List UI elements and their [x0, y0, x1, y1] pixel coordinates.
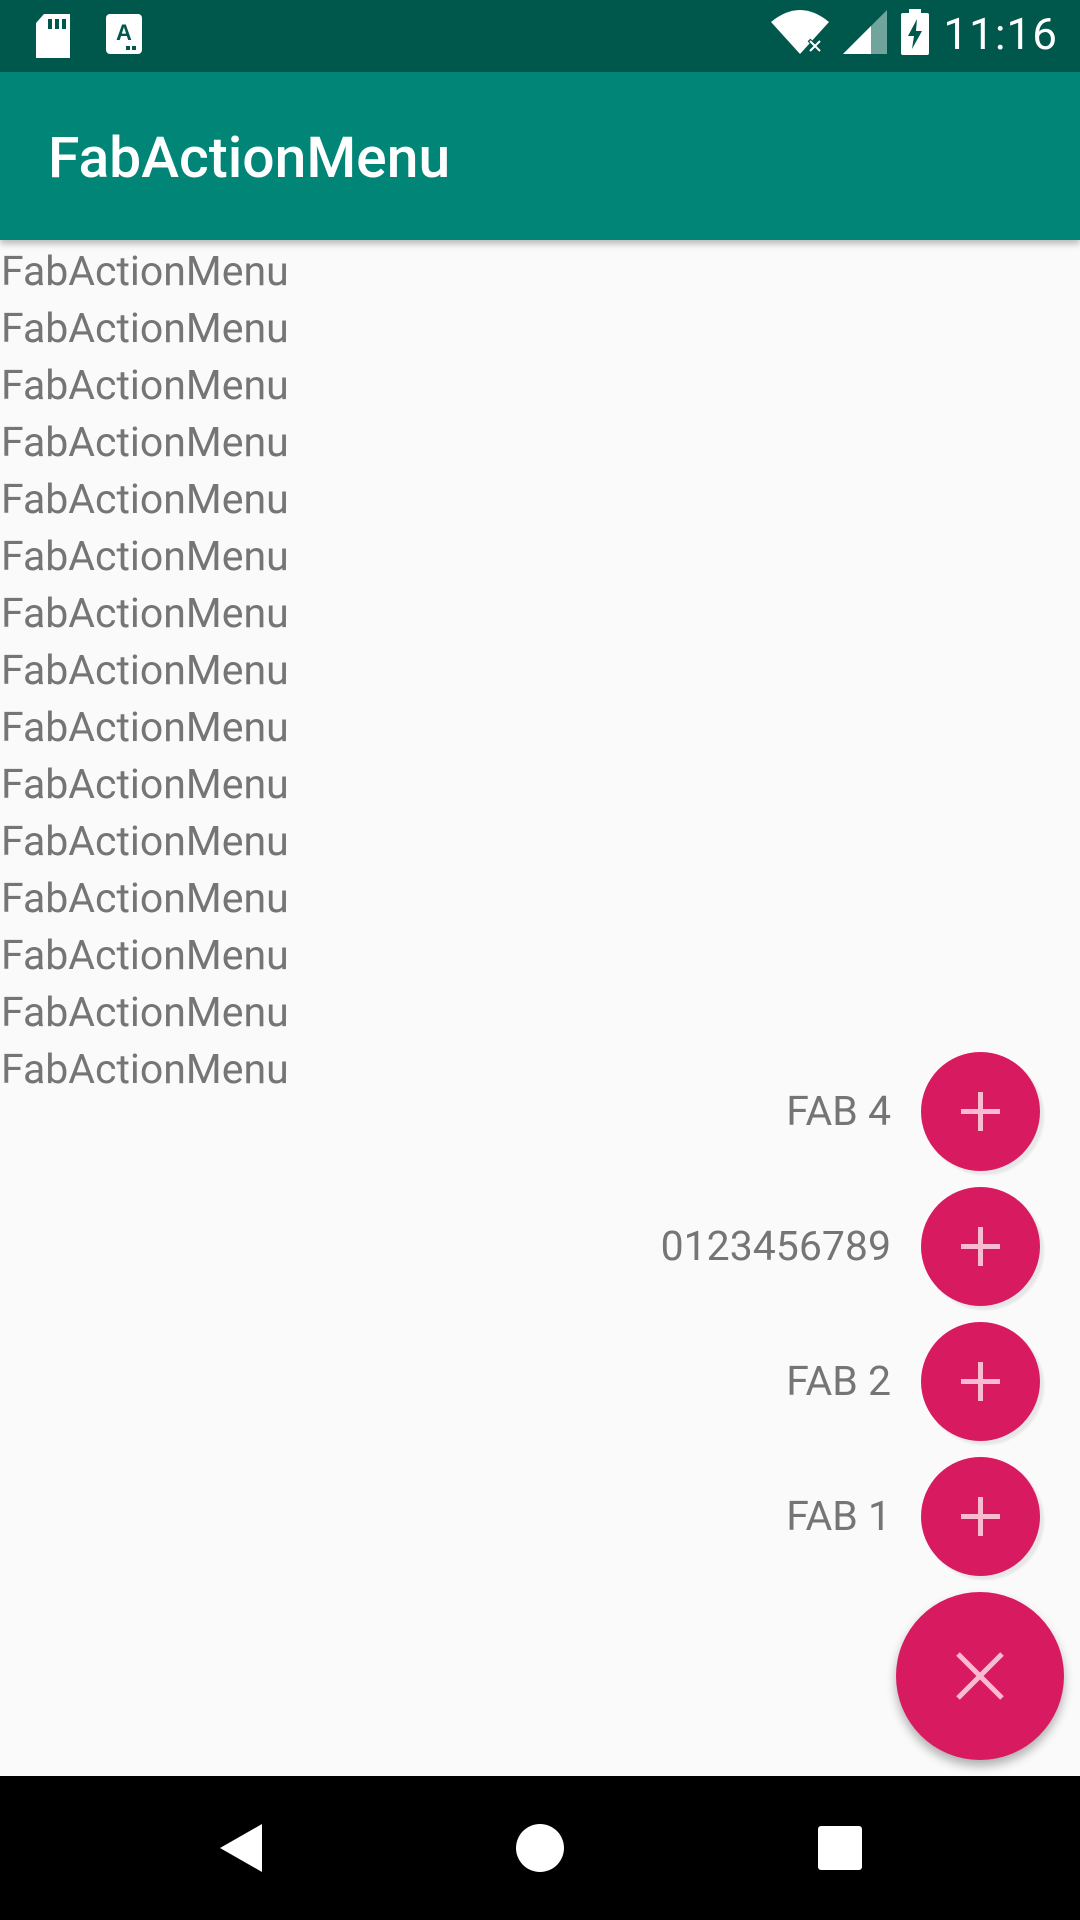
fab-mini-button[interactable]	[921, 1187, 1040, 1306]
recents-icon	[818, 1826, 862, 1870]
fab-mini-button[interactable]	[921, 1322, 1040, 1441]
main-fab-button[interactable]	[896, 1592, 1064, 1760]
plus-icon	[961, 1497, 1000, 1536]
list-item: FabActionMenu	[1, 989, 289, 1037]
fab-menu-item-3[interactable]: 0123456789	[661, 1187, 1040, 1306]
plus-icon	[961, 1362, 1000, 1401]
recents-button[interactable]	[780, 1776, 900, 1920]
list-item: FabActionMenu	[1, 590, 289, 638]
sd-card-icon	[34, 14, 72, 62]
fab-menu-item-1[interactable]: FAB 1	[786, 1457, 1040, 1576]
list-item: FabActionMenu	[1, 704, 289, 752]
content-list: FabActionMenu FabActionMenu FabActionMen…	[0, 244, 1080, 1099]
list-item: FabActionMenu	[1, 248, 289, 296]
list-item: FabActionMenu	[1, 875, 289, 923]
list-item: FabActionMenu	[1, 305, 289, 353]
plus-icon	[961, 1092, 1000, 1131]
back-icon	[220, 1824, 262, 1872]
cell-signal-icon	[843, 10, 888, 58]
text-app-icon: A	[106, 14, 142, 62]
list-item: FabActionMenu	[1, 419, 289, 467]
home-button[interactable]	[480, 1776, 600, 1920]
fab-label[interactable]: FAB 1	[786, 1493, 891, 1541]
fab-label[interactable]: FAB 4	[786, 1088, 891, 1136]
fab-menu-item-2[interactable]: FAB 2	[786, 1322, 1040, 1441]
list-item: FabActionMenu	[1, 476, 289, 524]
nav-bar	[0, 1776, 1080, 1920]
list-item: FabActionMenu	[1, 362, 289, 410]
fab-label[interactable]: 0123456789	[661, 1223, 891, 1271]
back-button[interactable]	[180, 1776, 300, 1920]
list-item: FabActionMenu	[1, 932, 289, 980]
list-item: FabActionMenu	[1, 533, 289, 581]
app-bar: FabActionMenu	[0, 72, 1080, 240]
app-title: FabActionMenu	[48, 124, 451, 191]
close-icon	[956, 1652, 1004, 1700]
battery-charging-icon	[901, 9, 930, 59]
fab-menu-item-4[interactable]: FAB 4	[786, 1052, 1040, 1171]
list-item: FabActionMenu	[1, 647, 289, 695]
wifi-icon	[771, 10, 830, 58]
status-bar: A 11:16	[0, 0, 1080, 72]
fab-mini-button[interactable]	[921, 1052, 1040, 1171]
fab-label[interactable]: FAB 2	[786, 1358, 891, 1406]
plus-icon	[961, 1227, 1000, 1266]
svg-text:A: A	[116, 20, 132, 45]
list-item: FabActionMenu	[1, 761, 289, 809]
home-icon	[516, 1824, 564, 1872]
clock: 11:16	[943, 8, 1058, 60]
fab-mini-button[interactable]	[921, 1457, 1040, 1576]
list-item: FabActionMenu	[1, 818, 289, 866]
